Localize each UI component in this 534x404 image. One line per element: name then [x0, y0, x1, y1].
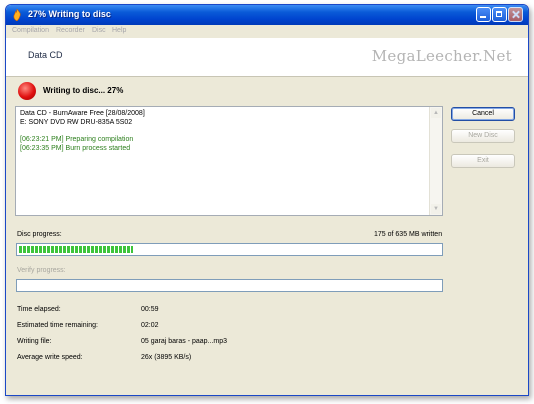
written-amount: 175 of 635 MB written: [374, 231, 443, 238]
compilation-title: Data CD: [28, 50, 63, 60]
record-icon: [18, 82, 36, 100]
menu-recorder[interactable]: Recorder: [56, 27, 85, 34]
disc-progress-bar: [16, 243, 443, 256]
watermark: MegaLeecher.Net: [371, 47, 512, 65]
minimize-button[interactable]: [476, 7, 491, 22]
window-title: 27% Writing to disc: [28, 9, 111, 19]
log-line: [06:23:35 PM] Burn process started: [20, 145, 131, 152]
header-banner: Data CD MegaLeecher.Net: [6, 38, 528, 77]
menu-disc[interactable]: Disc: [92, 27, 106, 34]
time-remaining-label: Estimated time remaining:: [17, 322, 98, 329]
status-text: Writing to disc... 27%: [43, 86, 124, 95]
title-bar[interactable]: 27% Writing to disc: [6, 5, 528, 25]
scroll-down-icon[interactable]: ▼: [431, 204, 441, 214]
cancel-button[interactable]: Cancel: [451, 107, 515, 121]
log-line: [06:23:21 PM] Preparing compilation: [20, 136, 134, 143]
exit-button[interactable]: Exit: [451, 154, 515, 168]
time-remaining-value: 02:02: [141, 322, 159, 329]
close-button[interactable]: [508, 7, 523, 22]
log-line: Data CD - BurnAware Free [28/08/2008]: [20, 110, 145, 117]
menu-help[interactable]: Help: [112, 27, 126, 34]
log-line: E: SONY DVD RW DRU-835A 5S02: [20, 119, 133, 126]
verify-progress-bar: [16, 279, 443, 292]
verify-progress-label: Verify progress:: [17, 267, 66, 274]
disc-progress-label: Disc progress:: [17, 231, 62, 238]
menu-bar: Compilation Recorder Disc Help: [6, 25, 528, 37]
time-elapsed-value: 00:59: [141, 306, 159, 313]
log-box[interactable]: Data CD - BurnAware Free [28/08/2008] E:…: [15, 106, 443, 216]
disc-progress-fill: [19, 246, 133, 253]
log-scrollbar[interactable]: ▲ ▼: [429, 107, 442, 215]
time-elapsed-label: Time elapsed:: [17, 306, 61, 313]
main-window: 27% Writing to disc Compilation Recorder…: [5, 4, 529, 396]
app-icon: [13, 9, 21, 21]
menu-compilation[interactable]: Compilation: [12, 27, 49, 34]
write-speed-value: 26x (3895 KB/s): [141, 354, 192, 361]
writing-file-label: Writing file:: [17, 338, 52, 345]
new-disc-button[interactable]: New Disc: [451, 129, 515, 143]
scroll-up-icon[interactable]: ▲: [431, 108, 441, 118]
write-speed-label: Average write speed:: [17, 354, 83, 361]
maximize-button[interactable]: [492, 7, 507, 22]
writing-file-value: 05 garaj baras - paap...mp3: [141, 338, 227, 345]
